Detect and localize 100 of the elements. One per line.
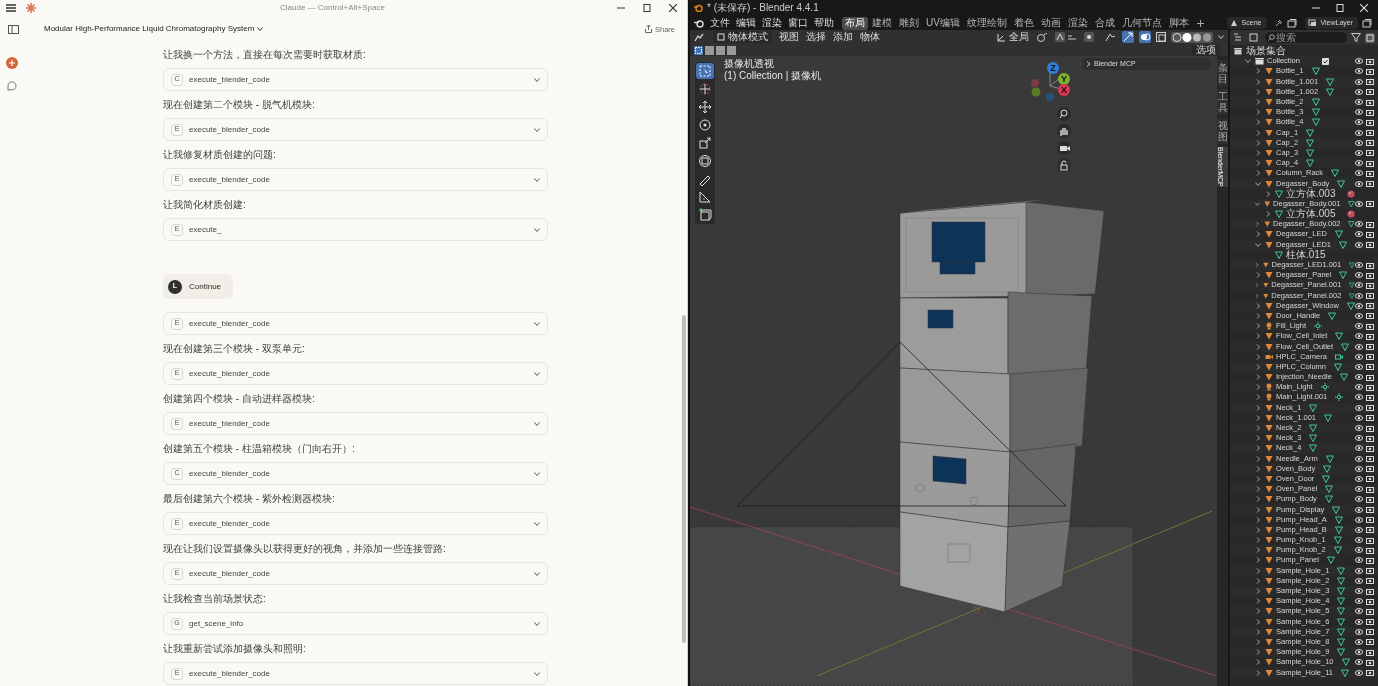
filter-view-icon[interactable] (1249, 33, 1261, 42)
new-scene-icon[interactable] (1287, 18, 1298, 28)
chevron-right-icon[interactable] (1254, 343, 1262, 350)
eye-icon[interactable] (1355, 384, 1363, 391)
chevron-right-icon[interactable] (1254, 323, 1262, 330)
search-field[interactable]: 搜索 (1265, 32, 1347, 43)
chevron-right-icon[interactable] (1254, 496, 1262, 503)
menu-item[interactable]: 物体 (860, 32, 880, 42)
chevron-right-icon[interactable] (1254, 516, 1262, 523)
chevron-down-icon[interactable] (1254, 180, 1262, 187)
camera-icon[interactable] (1366, 281, 1374, 289)
eye-icon[interactable] (1355, 109, 1363, 116)
menu-item[interactable]: 渲染 (762, 18, 782, 28)
camera-icon[interactable] (1366, 108, 1374, 116)
chevron-right-icon[interactable] (1254, 547, 1262, 554)
eye-icon[interactable] (1355, 200, 1363, 207)
chevron-right-icon[interactable] (1254, 649, 1262, 656)
snap-icon[interactable] (1055, 32, 1077, 42)
chevron-right-icon[interactable] (1254, 486, 1262, 493)
shading-modes-icon[interactable] (1171, 31, 1213, 43)
camera-icon[interactable] (1366, 506, 1374, 514)
eye-icon[interactable] (1355, 475, 1363, 482)
chevron-right-icon[interactable] (1254, 404, 1262, 411)
maximize-icon[interactable] (643, 4, 651, 13)
camera-icon[interactable] (1366, 353, 1374, 361)
chevron-right-icon[interactable] (1254, 475, 1262, 482)
camera-icon[interactable] (1366, 149, 1374, 157)
chevron-right-icon[interactable] (1254, 129, 1262, 136)
eye-icon[interactable] (1355, 649, 1363, 656)
workspace-tab[interactable]: 动画 (1037, 16, 1064, 30)
eye-icon[interactable] (1355, 628, 1363, 635)
camera-icon[interactable] (1366, 444, 1374, 452)
tool-button[interactable] (696, 81, 714, 97)
camera-icon[interactable] (1366, 526, 1374, 534)
camera-icon[interactable] (1366, 485, 1374, 493)
camera-icon[interactable] (1366, 648, 1374, 656)
camera-icon[interactable] (1366, 67, 1374, 75)
eye-icon[interactable] (1355, 323, 1363, 330)
camera-icon[interactable] (1366, 363, 1374, 371)
eye-icon[interactable] (1355, 292, 1363, 299)
eye-icon[interactable] (1355, 588, 1363, 595)
camera-icon[interactable] (1366, 556, 1374, 564)
camera-icon[interactable] (1366, 658, 1374, 666)
menu-item[interactable]: 帮助 (814, 18, 834, 28)
camera-icon[interactable] (1366, 434, 1374, 442)
eye-icon[interactable] (1355, 526, 1363, 533)
camera-icon[interactable] (1366, 241, 1374, 249)
eye-icon[interactable] (1355, 537, 1363, 544)
chevron-right-icon[interactable] (1254, 394, 1262, 401)
menu-item[interactable]: 编辑 (736, 18, 756, 28)
chevron-right-icon[interactable] (1254, 68, 1262, 75)
eye-icon[interactable] (1355, 445, 1363, 452)
eye-icon[interactable] (1355, 404, 1363, 411)
camera-icon[interactable] (1366, 322, 1374, 330)
workspace-tab[interactable]: 雕刻 (896, 16, 922, 30)
eye-icon[interactable] (1355, 139, 1363, 146)
camera-icon[interactable] (1366, 78, 1374, 86)
camera-icon[interactable] (1366, 536, 1374, 544)
eye-icon[interactable] (1355, 262, 1363, 269)
workspace-tab[interactable]: 建模 (869, 16, 895, 30)
eye-icon[interactable] (1355, 374, 1363, 381)
eye-icon[interactable] (1355, 547, 1363, 554)
eye-icon[interactable] (1355, 659, 1363, 666)
eye-icon[interactable] (1355, 486, 1363, 493)
workspace-tab[interactable]: 渲染 (1064, 16, 1091, 30)
eye-icon[interactable] (1355, 58, 1363, 65)
workspace-tab[interactable]: UV编辑 (923, 16, 963, 30)
eye-icon[interactable] (1355, 302, 1363, 309)
chevron-right-icon[interactable] (1254, 435, 1262, 442)
camera-icon[interactable] (1366, 129, 1374, 137)
sidebar-tab[interactable]: 视图 (1217, 118, 1228, 144)
eye-icon[interactable] (1355, 506, 1363, 513)
orientation-selector[interactable]: 全局 (997, 32, 1029, 42)
eye-icon[interactable] (1355, 160, 1363, 167)
eye-icon[interactable] (1355, 425, 1363, 432)
navigation-gizmo[interactable]: Z Y X (1030, 62, 1072, 102)
camera-icon[interactable] (1366, 292, 1374, 300)
camera-icon[interactable] (1366, 516, 1374, 524)
eye-icon[interactable] (1355, 394, 1363, 401)
camera-icon[interactable] (1366, 495, 1374, 503)
new-chat-icon[interactable] (6, 57, 18, 69)
chevron-down-icon[interactable] (1218, 35, 1224, 39)
eye-icon[interactable] (1355, 618, 1363, 625)
camera-icon[interactable] (1366, 597, 1374, 605)
new-layer-icon[interactable] (1362, 18, 1372, 28)
workspace-tab[interactable]: 纹理绘制 (963, 16, 1010, 30)
menu-item[interactable]: 添加 (833, 32, 853, 42)
chevron-right-icon[interactable] (1254, 109, 1262, 116)
camera-icon[interactable] (1366, 220, 1374, 228)
chevron-right-icon[interactable] (1254, 465, 1262, 472)
chevron-right-icon[interactable] (1254, 577, 1262, 584)
eye-icon[interactable] (1355, 638, 1363, 645)
chevron-down-icon[interactable] (1254, 200, 1261, 207)
camera-icon[interactable] (1366, 669, 1374, 677)
camera-icon[interactable] (1366, 373, 1374, 381)
eye-icon[interactable] (1355, 567, 1363, 574)
camera-icon[interactable] (1366, 546, 1374, 554)
chevron-right-icon[interactable] (1254, 170, 1262, 177)
editor-type-icon[interactable] (694, 32, 706, 42)
chevron-right-icon[interactable] (1254, 272, 1262, 279)
